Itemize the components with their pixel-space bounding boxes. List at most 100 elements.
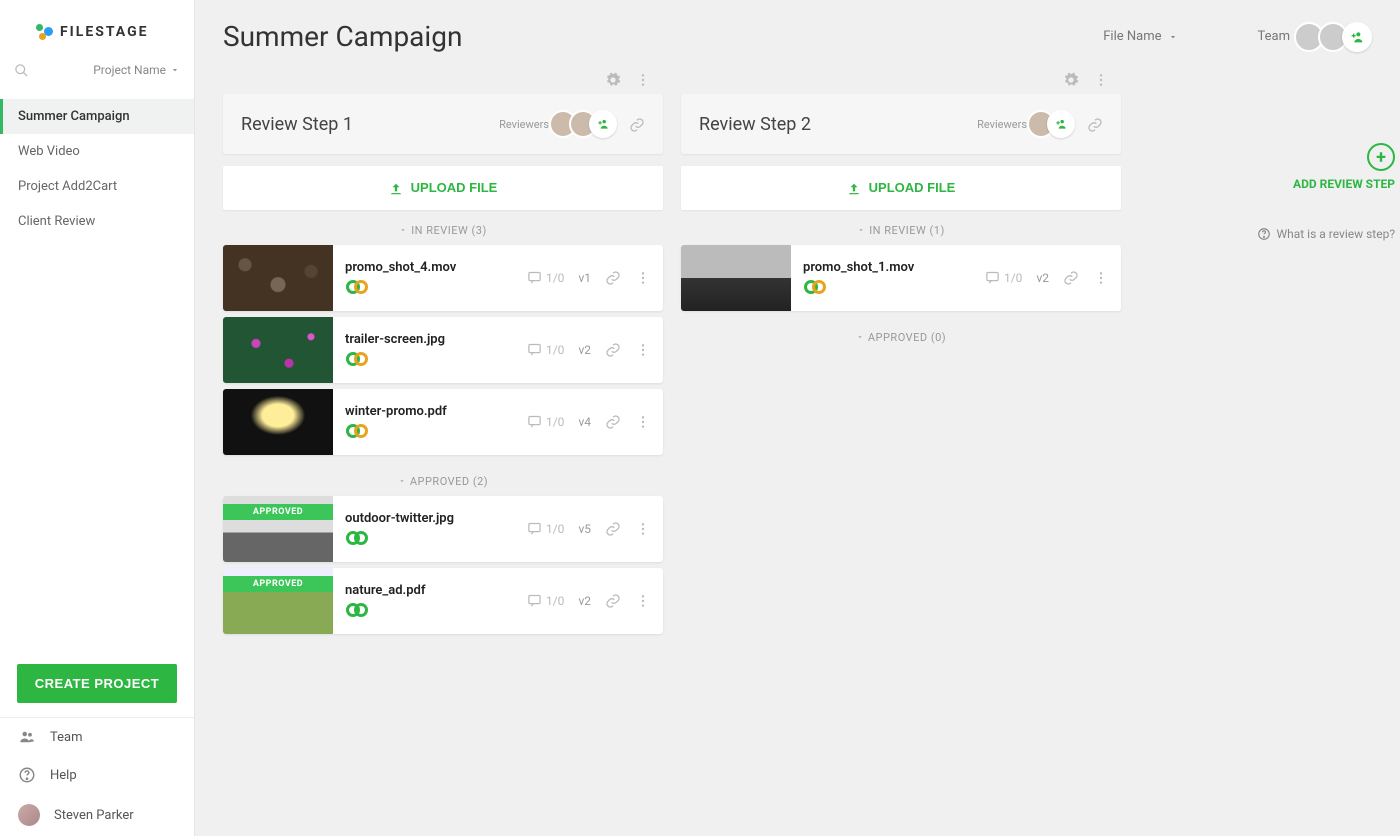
section-label[interactable]: IN REVIEW (1) <box>681 210 1121 245</box>
sidebar-team-label: Team <box>50 730 83 745</box>
comment-count[interactable]: 1/0 <box>527 593 564 608</box>
comment-count[interactable]: 1/0 <box>527 521 564 536</box>
more-icon[interactable] <box>635 521 651 537</box>
add-review-step-button[interactable]: +ADD REVIEW STEP <box>1139 143 1399 191</box>
comment-count[interactable]: 1/0 <box>985 270 1022 285</box>
reviewers-label: Reviewers <box>499 118 549 131</box>
sidebar-help-label: Help <box>50 768 77 783</box>
review-column: Review Step 2ReviewersUPLOAD FILE IN REV… <box>681 63 1121 836</box>
more-icon[interactable] <box>635 342 651 358</box>
file-name: nature_ad.pdf <box>345 583 527 598</box>
team-label: Team <box>1258 29 1291 44</box>
comment-count[interactable]: 1/0 <box>527 414 564 429</box>
file-link-icon[interactable] <box>605 593 621 609</box>
sidebar-user-link[interactable]: Steven Parker <box>0 794 194 836</box>
more-icon[interactable] <box>635 593 651 609</box>
help-icon <box>18 766 36 784</box>
file-link-icon[interactable] <box>605 342 621 358</box>
team-icon <box>18 728 36 746</box>
sidebar-project-item[interactable]: Project Add2Cart <box>0 169 194 204</box>
file-link-icon[interactable] <box>1063 270 1079 286</box>
file-card[interactable]: promo_shot_1.mov1/0v2 <box>681 245 1121 311</box>
file-card[interactable]: promo_shot_4.mov1/0 v1 <box>223 245 663 311</box>
review-columns: Review Step 1Reviewers UPLOAD FILE IN REV… <box>195 63 1400 836</box>
file-card[interactable]: APPROVED outdoor-twitter.jpg1/0 v5 <box>223 496 663 562</box>
approved-badge: APPROVED <box>223 576 333 592</box>
add-step-column: +ADD REVIEW STEP What is a review step? <box>1139 63 1399 836</box>
file-card[interactable]: APPROVED nature_ad.pdf1/0 v2 <box>223 568 663 634</box>
review-step-header: Review Step 1Reviewers <box>223 94 663 154</box>
gear-icon[interactable] <box>605 69 621 88</box>
brand-text: FILESTAGE <box>60 24 149 40</box>
file-thumbnail <box>223 317 333 383</box>
plus-circle-icon: + <box>1367 143 1395 171</box>
projects-list: Summer CampaignWeb VideoProject Add2Cart… <box>0 93 194 239</box>
file-link-icon[interactable] <box>605 414 621 430</box>
status-indicator-icon <box>345 602 527 618</box>
file-link-icon[interactable] <box>605 270 621 286</box>
add-reviewer-button[interactable] <box>1047 110 1075 138</box>
filename-sort-label: File Name <box>1103 29 1161 44</box>
approved-badge: APPROVED <box>223 504 333 520</box>
add-team-member-button[interactable] <box>1342 22 1372 52</box>
more-icon[interactable] <box>1093 69 1109 88</box>
create-project-button[interactable]: CREATE PROJECT <box>17 664 178 703</box>
section-label[interactable]: APPROVED (0) <box>681 317 1121 352</box>
status-indicator-icon <box>345 530 527 546</box>
upload-icon <box>389 180 403 196</box>
add-reviewer-button[interactable] <box>589 110 617 138</box>
sidebar-team-link[interactable]: Team <box>0 718 194 756</box>
share-link-icon[interactable] <box>1087 115 1103 134</box>
logo: FILESTAGE <box>0 0 194 52</box>
sidebar-help-link[interactable]: Help <box>0 756 194 794</box>
comment-count[interactable]: 1/0 <box>527 270 564 285</box>
file-thumbnail <box>223 245 333 311</box>
file-version: v1 <box>578 271 591 285</box>
upload-file-button[interactable]: UPLOAD FILE <box>223 166 663 210</box>
comment-count[interactable]: 1/0 <box>527 342 564 357</box>
more-icon[interactable] <box>635 414 651 430</box>
file-card[interactable]: winter-promo.pdf1/0v4 <box>223 389 663 455</box>
file-name: trailer-screen.jpg <box>345 332 527 347</box>
project-sort-dropdown[interactable]: Project Name <box>93 63 180 77</box>
status-indicator-icon <box>345 279 527 295</box>
share-link-icon[interactable] <box>629 115 645 134</box>
section-label[interactable]: IN REVIEW (3) <box>223 210 663 245</box>
help-icon <box>1257 227 1271 241</box>
gear-icon[interactable] <box>1063 69 1079 88</box>
upload-icon <box>847 180 861 196</box>
more-icon[interactable] <box>635 270 651 286</box>
file-card[interactable]: trailer-screen.jpg1/0 v2 <box>223 317 663 383</box>
file-thumbnail: APPROVED <box>223 496 333 562</box>
file-link-icon[interactable] <box>605 521 621 537</box>
file-thumbnail <box>681 245 791 311</box>
more-icon[interactable] <box>1093 270 1109 286</box>
sidebar-project-item[interactable]: Summer Campaign <box>0 99 194 134</box>
file-version: v4 <box>578 415 591 429</box>
sidebar-project-item[interactable]: Web Video <box>0 134 194 169</box>
file-name: promo_shot_4.mov <box>345 260 527 275</box>
file-name: outdoor-twitter.jpg <box>345 511 527 526</box>
project-sort-label: Project Name <box>93 63 166 77</box>
what-is-review-step-link[interactable]: What is a review step? <box>1139 227 1399 241</box>
topbar: Summer Campaign File Name Team <box>195 0 1400 63</box>
upload-file-button[interactable]: UPLOAD FILE <box>681 166 1121 210</box>
status-indicator-icon <box>345 423 527 439</box>
file-version: v2 <box>578 343 591 357</box>
file-version: v2 <box>578 594 591 608</box>
logo-icon <box>36 24 52 40</box>
status-indicator-icon <box>803 279 985 295</box>
step-title: Review Step 2 <box>699 114 811 135</box>
sidebar-project-item[interactable]: Client Review <box>0 204 194 239</box>
team-avatars <box>1300 22 1372 52</box>
file-version: v5 <box>578 522 591 536</box>
search-icon[interactable] <box>14 60 29 79</box>
more-icon[interactable] <box>635 69 651 88</box>
section-label[interactable]: APPROVED (2) <box>223 461 663 496</box>
chevron-down-icon <box>1168 32 1178 42</box>
file-thumbnail: APPROVED <box>223 568 333 634</box>
user-name: Steven Parker <box>54 808 134 823</box>
file-version: v2 <box>1036 271 1049 285</box>
status-indicator-icon <box>345 351 527 367</box>
filename-sort-dropdown[interactable]: File Name <box>1103 29 1177 44</box>
